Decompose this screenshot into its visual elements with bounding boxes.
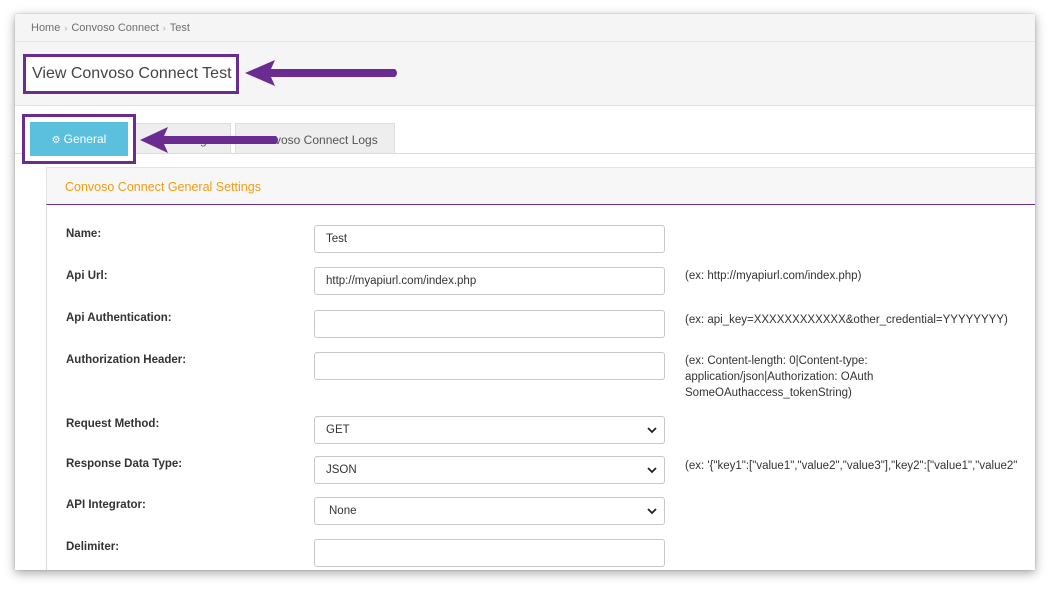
api-integrator-value: None (329, 505, 357, 517)
panel-title: Convoso Connect General Settings (46, 167, 1035, 205)
request-method-value: GET (326, 424, 350, 436)
delimiter-label: Delimiter: (66, 541, 120, 553)
breadcrumb-separator-icon: › (162, 23, 166, 33)
tab-logs-label: voso Connect Logs (275, 133, 378, 147)
app-window: Home › Convoso Connect › Test View Convoso C… (15, 14, 1035, 570)
tab-general-highlight: ⚙ General (22, 114, 136, 164)
page-title: View Convoso Connect Test (23, 54, 239, 94)
auth-header-hint-line: (ex: Content-length: 0|Content-type: (685, 355, 868, 367)
api-auth-label: Api Authentication: (66, 312, 172, 324)
api-integrator-select[interactable]: None (314, 497, 665, 525)
auth-header-hint-line: application/json|Authorization: OAuth (685, 371, 874, 383)
request-method-select[interactable]: GET (314, 416, 665, 444)
breadcrumb-separator-icon: › (64, 23, 68, 33)
tab-general-label: General (63, 132, 107, 146)
api-url-input[interactable]: http://myapiurl.com/index.php (314, 267, 665, 295)
chevron-down-icon (647, 467, 657, 474)
auth-header-label: Authorization Header: (66, 354, 187, 366)
breadcrumb-current: Test (169, 22, 190, 34)
response-type-value: JSON (326, 464, 357, 476)
chevron-down-icon (647, 427, 657, 434)
gears-icon: ⚙ (51, 135, 61, 146)
name-label: Name: (66, 228, 102, 240)
auth-header-hint: (ex: Content-length: 0|Content-type: app… (685, 353, 873, 401)
auth-header-hint-line: SomeOAuthaccess_tokenString) (685, 387, 852, 399)
title-bar: View Convoso Connect Test (15, 42, 1035, 106)
name-input[interactable]: Test (314, 225, 665, 253)
arrow-left-icon (140, 127, 278, 153)
response-type-label: Response Data Type: (66, 458, 183, 470)
api-auth-hint: (ex: api_key=XXXXXXXXXXXX&other_credenti… (685, 314, 1008, 326)
delimiter-input[interactable] (314, 539, 665, 567)
api-auth-input[interactable] (314, 310, 665, 338)
breadcrumb: Home › Convoso Connect › Test (15, 14, 1035, 42)
request-method-label: Request Method: (66, 418, 160, 430)
arrow-left-icon (245, 60, 397, 86)
response-type-hint: (ex: '{"key1":["value1","value2","value3… (685, 460, 1018, 472)
api-url-label: Api Url: (66, 270, 108, 282)
api-integrator-label: API Integrator: (66, 499, 146, 511)
response-type-select[interactable]: JSON (314, 456, 665, 484)
breadcrumb-convoso-connect[interactable]: Convoso Connect (71, 22, 158, 34)
tab-general[interactable]: ⚙ General (30, 122, 128, 156)
api-url-hint: (ex: http://myapiurl.com/index.php) (685, 270, 862, 282)
auth-header-input[interactable] (314, 352, 665, 380)
chevron-down-icon (647, 508, 657, 515)
breadcrumb-home[interactable]: Home (31, 22, 60, 34)
